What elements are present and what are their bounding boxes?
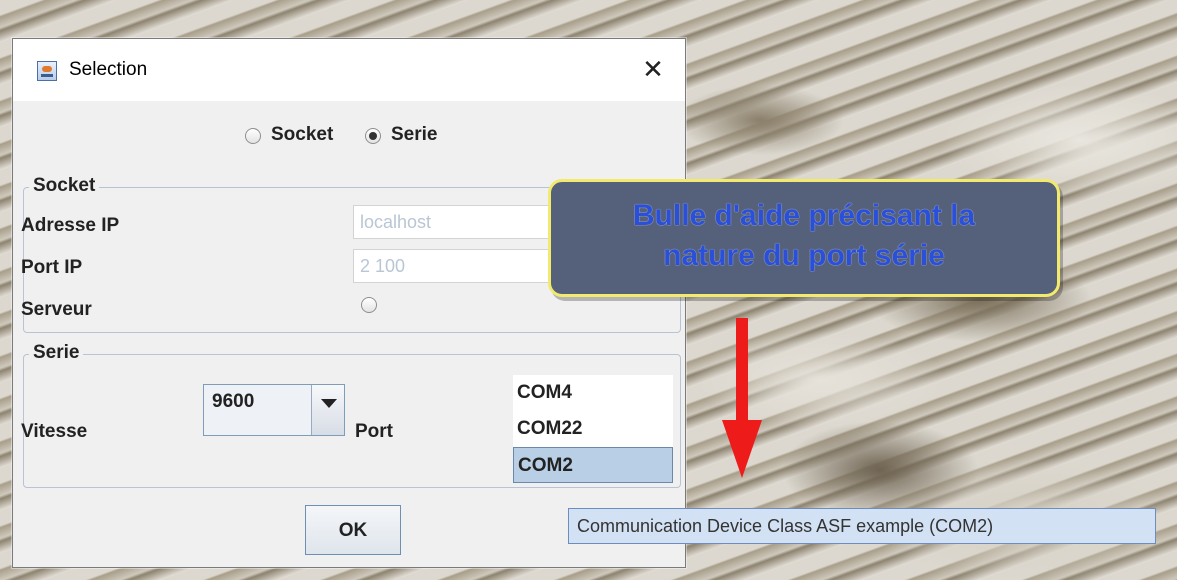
speed-value: 9600 xyxy=(212,391,255,412)
speed-label: Vitesse xyxy=(21,421,88,442)
speed-combobox[interactable]: 9600 xyxy=(203,384,345,436)
callout-line-2: nature du port série xyxy=(663,239,945,272)
port-label: Port xyxy=(355,421,393,442)
serie-group-legend: Serie xyxy=(29,342,84,364)
port-list[interactable]: COM4 COM22 COM2 xyxy=(513,375,673,483)
server-radio[interactable] xyxy=(361,297,377,313)
serie-radio-label[interactable]: Serie xyxy=(391,124,437,146)
port-item-com2[interactable]: COM2 xyxy=(513,447,673,483)
port-ip-label: Port IP xyxy=(21,257,83,278)
chevron-down-icon[interactable] xyxy=(311,385,344,435)
window-title: Selection xyxy=(69,59,148,80)
selection-dialog: Selection ✕ Socket Serie Socket Adresse … xyxy=(12,38,686,568)
help-callout: Bulle d'aide précisant la nature du port… xyxy=(548,179,1060,297)
ip-address-label: Adresse IP xyxy=(21,215,120,236)
socket-radio-label[interactable]: Socket xyxy=(271,124,333,146)
socket-group-legend: Socket xyxy=(29,175,100,197)
port-item-com22[interactable]: COM22 xyxy=(513,411,673,447)
red-arrow-shaft xyxy=(736,318,748,428)
java-app-icon xyxy=(37,61,57,81)
callout-text: Bulle d'aide précisant la nature du port… xyxy=(551,196,1057,276)
socket-radio[interactable] xyxy=(245,128,261,144)
ok-button[interactable]: OK xyxy=(305,505,401,555)
title-bar[interactable]: Selection ✕ xyxy=(13,39,685,101)
close-button[interactable]: ✕ xyxy=(633,51,673,87)
callout-line-1: Bulle d'aide précisant la xyxy=(632,199,976,232)
red-arrow-down-icon xyxy=(722,420,762,478)
server-label: Serveur xyxy=(21,299,92,320)
serie-radio[interactable] xyxy=(365,128,381,144)
port-item-com4[interactable]: COM4 xyxy=(513,375,673,411)
port-tooltip: Communication Device Class ASF example (… xyxy=(568,508,1156,544)
